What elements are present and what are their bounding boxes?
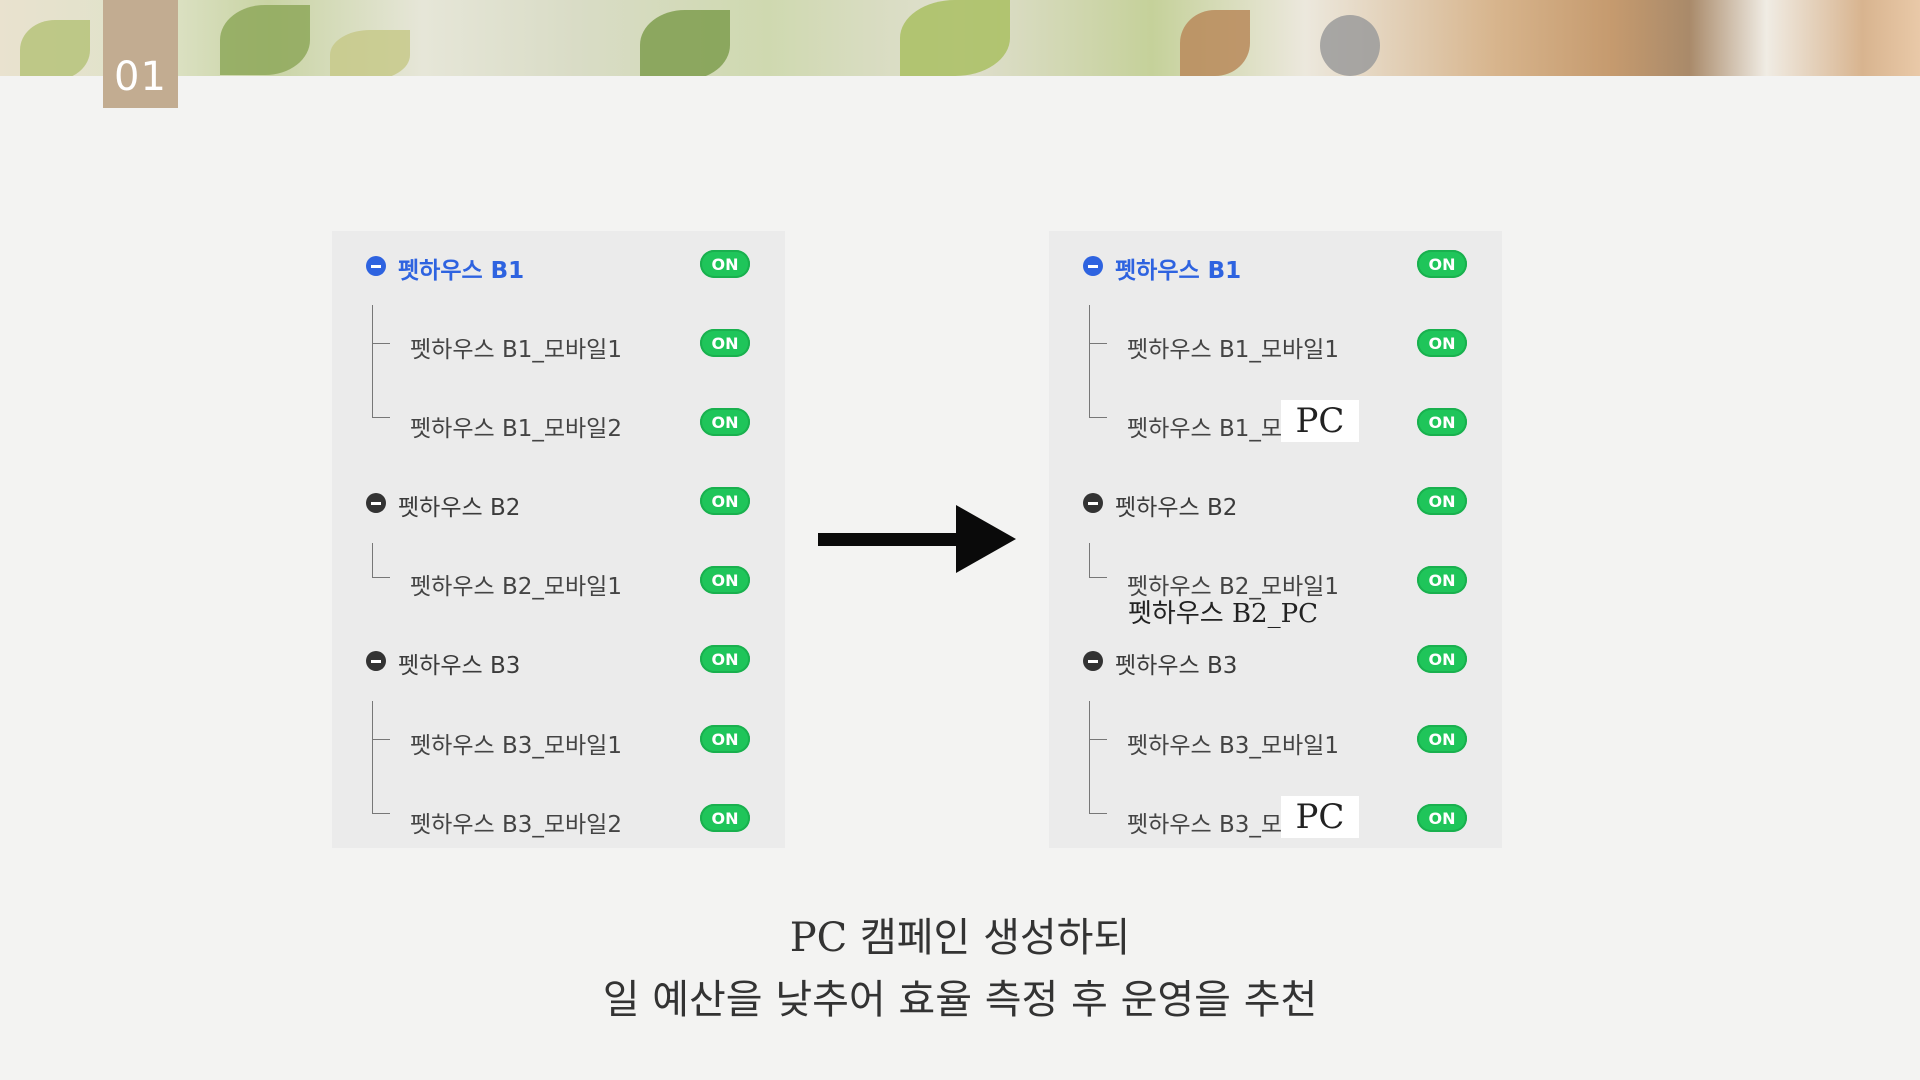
slide-number-badge: 01 [103, 0, 178, 108]
campaign-list-before: 펫하우스 B1 ON 펫하우스 B1_모바일1 ON 펫하우스 B1_모바일2 … [332, 231, 785, 848]
caption-line-2: 일 예산을 낮추어 효율 측정 후 운영을 추천 [602, 977, 1318, 1023]
adgroup-row[interactable]: 펫하우스 B1_모바일2 ON [332, 402, 785, 442]
adgroup-row[interactable]: 펫하우스 B3_모바일2 PC ON [1049, 796, 1502, 838]
plant-leaf-decoration [1180, 10, 1250, 76]
on-toggle[interactable]: ON [1417, 566, 1467, 594]
on-toggle[interactable]: ON [1417, 329, 1467, 357]
adgroup-row[interactable]: 펫하우스 B2_모바일1 ON [332, 560, 785, 600]
adgroup-label: 펫하우스 B2_모바일1 [410, 574, 622, 600]
adgroup-row[interactable]: 펫하우스 B1_모바일2 PC ON [1049, 400, 1502, 442]
added-pc-adgroup-note: 펫하우스 B2_PC [1128, 599, 1318, 629]
collapse-icon[interactable] [1083, 651, 1103, 671]
on-toggle[interactable]: ON [700, 725, 750, 753]
campaign-label: 펫하우스 B1 [398, 258, 525, 284]
adgroup-row[interactable]: 펫하우스 B1_모바일1 ON [332, 323, 785, 363]
adgroup-row[interactable]: 펫하우스 B3_모바일1 ON [332, 719, 785, 759]
plant-leaf-decoration [1320, 15, 1380, 76]
collapse-icon[interactable] [1083, 493, 1103, 513]
on-toggle[interactable]: ON [700, 250, 750, 278]
adgroup-row[interactable]: 펫하우스 B1_모바일1 ON [1049, 323, 1502, 363]
adgroup-label: 펫하우스 B3_모바일1 [1127, 733, 1339, 759]
campaign-row[interactable]: 펫하우스 B2 ON [332, 481, 785, 521]
campaign-label: 펫하우스 B1 [1115, 258, 1242, 284]
campaign-row[interactable]: 펫하우스 B3 ON [1049, 639, 1502, 679]
pc-overlay-label: PC [1281, 796, 1359, 838]
campaign-row[interactable]: 펫하우스 B2 ON [1049, 481, 1502, 521]
on-toggle[interactable]: ON [1417, 250, 1467, 278]
adgroup-row[interactable]: 펫하우스 B3_모바일1 ON [1049, 719, 1502, 759]
plant-leaf-decoration [900, 0, 1010, 76]
collapse-icon[interactable] [366, 493, 386, 513]
campaign-label: 펫하우스 B3 [1115, 653, 1238, 679]
campaign-row[interactable]: 펫하우스 B3 ON [332, 639, 785, 679]
adgroup-label: 펫하우스 B1_모바일1 [410, 337, 622, 363]
adgroup-label: 펫하우스 B3_모바일2 [410, 812, 622, 838]
adgroup-label: 펫하우스 B1_모바일2 [410, 416, 622, 442]
adgroup-label: 펫하우스 B3_모바일1 [410, 733, 622, 759]
arrow-right-icon [818, 505, 1016, 573]
on-toggle[interactable]: ON [1417, 408, 1467, 436]
on-toggle[interactable]: ON [1417, 725, 1467, 753]
on-toggle[interactable]: ON [1417, 804, 1467, 832]
plant-leaf-decoration [640, 10, 730, 76]
campaign-label: 펫하우스 B2 [1115, 495, 1238, 521]
campaign-row[interactable]: 펫하우스 B1 ON [1049, 244, 1502, 284]
on-toggle[interactable]: ON [1417, 487, 1467, 515]
header-photo-banner [0, 0, 1920, 76]
collapse-icon[interactable] [366, 256, 386, 276]
collapse-icon[interactable] [1083, 256, 1103, 276]
adgroup-label: 펫하우스 B1_모바일1 [1127, 337, 1339, 363]
collapse-icon[interactable] [366, 651, 386, 671]
campaign-label: 펫하우스 B3 [398, 653, 521, 679]
pc-overlay-label: PC [1281, 400, 1359, 442]
plant-leaf-decoration [20, 20, 90, 76]
on-toggle[interactable]: ON [1417, 645, 1467, 673]
on-toggle[interactable]: ON [700, 329, 750, 357]
adgroup-row[interactable]: 펫하우스 B3_모바일2 ON [332, 798, 785, 838]
on-toggle[interactable]: ON [700, 487, 750, 515]
caption-line-1: PC 캠페인 생성하되 [789, 915, 1131, 961]
plant-leaf-decoration [330, 30, 410, 76]
on-toggle[interactable]: ON [700, 566, 750, 594]
plant-leaf-decoration [220, 5, 310, 75]
campaign-row[interactable]: 펫하우스 B1 ON [332, 244, 785, 284]
on-toggle[interactable]: ON [700, 408, 750, 436]
campaign-list-after: 펫하우스 B1 ON 펫하우스 B1_모바일1 ON 펫하우스 B1_모바일2 … [1049, 231, 1502, 848]
on-toggle[interactable]: ON [700, 645, 750, 673]
on-toggle[interactable]: ON [700, 804, 750, 832]
campaign-label: 펫하우스 B2 [398, 495, 521, 521]
